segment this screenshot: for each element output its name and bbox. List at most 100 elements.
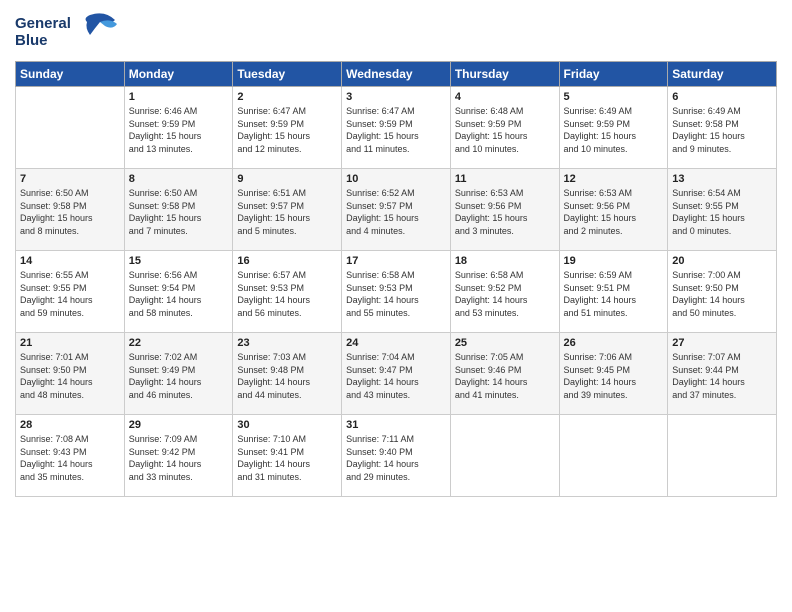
- day-info: Sunrise: 6:53 AM Sunset: 9:56 PM Dayligh…: [455, 187, 555, 237]
- calendar-cell: 4 Sunrise: 6:48 AM Sunset: 9:59 PM Daylig…: [450, 87, 559, 169]
- day-number: 7: [20, 173, 120, 185]
- calendar-cell: 27Sunrise: 7:07 AM Sunset: 9:44 PM Dayli…: [668, 333, 777, 415]
- day-number: 24: [346, 337, 446, 349]
- calendar-week-row: 21 Sunrise: 7:01 AM Sunset: 9:50 PM Dayli…: [16, 333, 777, 415]
- calendar-cell: 3 Sunrise: 6:47 AM Sunset: 9:59 PM Daylig…: [342, 87, 451, 169]
- day-number: 8: [129, 173, 229, 185]
- day-number: 20: [672, 255, 772, 267]
- weekday-header-cell: Wednesday: [342, 62, 451, 87]
- calendar-cell: 22 Sunrise: 7:02 AM Sunset: 9:49 PM Dayli…: [124, 333, 233, 415]
- day-info: Sunrise: 6:58 AM Sunset: 9:52 PM Dayligh…: [455, 269, 555, 319]
- calendar-cell: 8 Sunrise: 6:50 AM Sunset: 9:58 PM Daylig…: [124, 169, 233, 251]
- calendar-body: 1 Sunrise: 6:46 AM Sunset: 9:59 PM Daylig…: [16, 87, 777, 497]
- calendar-cell: 30 Sunrise: 7:10 AM Sunset: 9:41 PM Dayli…: [233, 415, 342, 497]
- day-number: 30: [237, 419, 337, 431]
- calendar-week-row: 7 Sunrise: 6:50 AM Sunset: 9:58 PM Daylig…: [16, 169, 777, 251]
- day-info: Sunrise: 6:53 AM Sunset: 9:56 PM Dayligh…: [564, 187, 664, 237]
- calendar-cell: 9 Sunrise: 6:51 AM Sunset: 9:57 PM Daylig…: [233, 169, 342, 251]
- day-number: 19: [564, 255, 664, 267]
- calendar-cell: 26 Sunrise: 7:06 AM Sunset: 9:45 PM Dayli…: [559, 333, 668, 415]
- weekday-header-cell: Tuesday: [233, 62, 342, 87]
- day-info: Sunrise: 7:08 AM Sunset: 9:43 PM Dayligh…: [20, 433, 120, 483]
- weekday-header-cell: Thursday: [450, 62, 559, 87]
- day-number: 9: [237, 173, 337, 185]
- calendar-cell: 13Sunrise: 6:54 AM Sunset: 9:55 PM Dayli…: [668, 169, 777, 251]
- day-number: 10: [346, 173, 446, 185]
- day-info: Sunrise: 6:56 AM Sunset: 9:54 PM Dayligh…: [129, 269, 229, 319]
- svg-text:General: General: [15, 15, 71, 32]
- day-info: Sunrise: 6:50 AM Sunset: 9:58 PM Dayligh…: [129, 187, 229, 237]
- day-info: Sunrise: 6:55 AM Sunset: 9:55 PM Dayligh…: [20, 269, 120, 319]
- calendar-week-row: 1 Sunrise: 6:46 AM Sunset: 9:59 PM Daylig…: [16, 87, 777, 169]
- day-info: Sunrise: 7:10 AM Sunset: 9:41 PM Dayligh…: [237, 433, 337, 483]
- calendar-cell: 24 Sunrise: 7:04 AM Sunset: 9:47 PM Dayli…: [342, 333, 451, 415]
- calendar-cell: [450, 415, 559, 497]
- calendar-cell: 31Sunrise: 7:11 AM Sunset: 9:40 PM Dayli…: [342, 415, 451, 497]
- day-number: 23: [237, 337, 337, 349]
- day-number: 2: [237, 91, 337, 103]
- day-info: Sunrise: 6:59 AM Sunset: 9:51 PM Dayligh…: [564, 269, 664, 319]
- day-number: 11: [455, 173, 555, 185]
- day-number: 21: [20, 337, 120, 349]
- day-info: Sunrise: 6:47 AM Sunset: 9:59 PM Dayligh…: [346, 105, 446, 155]
- calendar-table: SundayMondayTuesdayWednesdayThursdayFrid…: [15, 61, 777, 497]
- calendar-cell: 15 Sunrise: 6:56 AM Sunset: 9:54 PM Dayli…: [124, 251, 233, 333]
- weekday-header-cell: Sunday: [16, 62, 125, 87]
- day-info: Sunrise: 6:49 AM Sunset: 9:59 PM Dayligh…: [564, 105, 664, 155]
- day-info: Sunrise: 6:58 AM Sunset: 9:53 PM Dayligh…: [346, 269, 446, 319]
- day-info: Sunrise: 7:05 AM Sunset: 9:46 PM Dayligh…: [455, 351, 555, 401]
- day-number: 22: [129, 337, 229, 349]
- day-info: Sunrise: 6:51 AM Sunset: 9:57 PM Dayligh…: [237, 187, 337, 237]
- day-info: Sunrise: 7:06 AM Sunset: 9:45 PM Dayligh…: [564, 351, 664, 401]
- day-info: Sunrise: 6:48 AM Sunset: 9:59 PM Dayligh…: [455, 105, 555, 155]
- day-info: Sunrise: 6:57 AM Sunset: 9:53 PM Dayligh…: [237, 269, 337, 319]
- day-number: 18: [455, 255, 555, 267]
- day-info: Sunrise: 7:03 AM Sunset: 9:48 PM Dayligh…: [237, 351, 337, 401]
- day-number: 25: [455, 337, 555, 349]
- weekday-header-cell: Friday: [559, 62, 668, 87]
- calendar-cell: 20Sunrise: 7:00 AM Sunset: 9:50 PM Dayli…: [668, 251, 777, 333]
- day-number: 12: [564, 173, 664, 185]
- calendar-cell: 17 Sunrise: 6:58 AM Sunset: 9:53 PM Dayli…: [342, 251, 451, 333]
- weekday-header-row: SundayMondayTuesdayWednesdayThursdayFrid…: [16, 62, 777, 87]
- calendar-cell: 25 Sunrise: 7:05 AM Sunset: 9:46 PM Dayli…: [450, 333, 559, 415]
- calendar-cell: [559, 415, 668, 497]
- day-info: Sunrise: 6:54 AM Sunset: 9:55 PM Dayligh…: [672, 187, 772, 237]
- day-info: Sunrise: 7:09 AM Sunset: 9:42 PM Dayligh…: [129, 433, 229, 483]
- calendar-cell: [668, 415, 777, 497]
- day-number: 15: [129, 255, 229, 267]
- day-number: 14: [20, 255, 120, 267]
- day-number: 6: [672, 91, 772, 103]
- day-number: 29: [129, 419, 229, 431]
- header: General Blue: [15, 10, 777, 55]
- weekday-header-cell: Saturday: [668, 62, 777, 87]
- calendar-week-row: 28Sunrise: 7:08 AM Sunset: 9:43 PM Dayli…: [16, 415, 777, 497]
- day-number: 17: [346, 255, 446, 267]
- day-number: 16: [237, 255, 337, 267]
- calendar-cell: 18 Sunrise: 6:58 AM Sunset: 9:52 PM Dayli…: [450, 251, 559, 333]
- calendar-week-row: 14 Sunrise: 6:55 AM Sunset: 9:55 PM Dayli…: [16, 251, 777, 333]
- calendar-cell: 14 Sunrise: 6:55 AM Sunset: 9:55 PM Dayli…: [16, 251, 125, 333]
- day-number: 3: [346, 91, 446, 103]
- logo: General Blue: [15, 10, 125, 55]
- day-info: Sunrise: 7:11 AM Sunset: 9:40 PM Dayligh…: [346, 433, 446, 483]
- calendar-cell: 1 Sunrise: 6:46 AM Sunset: 9:59 PM Daylig…: [124, 87, 233, 169]
- day-number: 5: [564, 91, 664, 103]
- day-info: Sunrise: 7:02 AM Sunset: 9:49 PM Dayligh…: [129, 351, 229, 401]
- day-number: 26: [564, 337, 664, 349]
- day-info: Sunrise: 7:01 AM Sunset: 9:50 PM Dayligh…: [20, 351, 120, 401]
- day-info: Sunrise: 6:49 AM Sunset: 9:58 PM Dayligh…: [672, 105, 772, 155]
- calendar-cell: 23 Sunrise: 7:03 AM Sunset: 9:48 PM Dayli…: [233, 333, 342, 415]
- day-info: Sunrise: 7:04 AM Sunset: 9:47 PM Dayligh…: [346, 351, 446, 401]
- day-info: Sunrise: 6:46 AM Sunset: 9:59 PM Dayligh…: [129, 105, 229, 155]
- day-info: Sunrise: 6:50 AM Sunset: 9:58 PM Dayligh…: [20, 187, 120, 237]
- logo-text: General Blue: [15, 10, 125, 55]
- day-info: Sunrise: 6:52 AM Sunset: 9:57 PM Dayligh…: [346, 187, 446, 237]
- day-info: Sunrise: 6:47 AM Sunset: 9:59 PM Dayligh…: [237, 105, 337, 155]
- weekday-header-cell: Monday: [124, 62, 233, 87]
- calendar-cell: [16, 87, 125, 169]
- calendar-cell: 12 Sunrise: 6:53 AM Sunset: 9:56 PM Dayli…: [559, 169, 668, 251]
- day-number: 1: [129, 91, 229, 103]
- calendar-page: General Blue SundayMondayTuesdayWednesda…: [0, 0, 792, 612]
- day-number: 4: [455, 91, 555, 103]
